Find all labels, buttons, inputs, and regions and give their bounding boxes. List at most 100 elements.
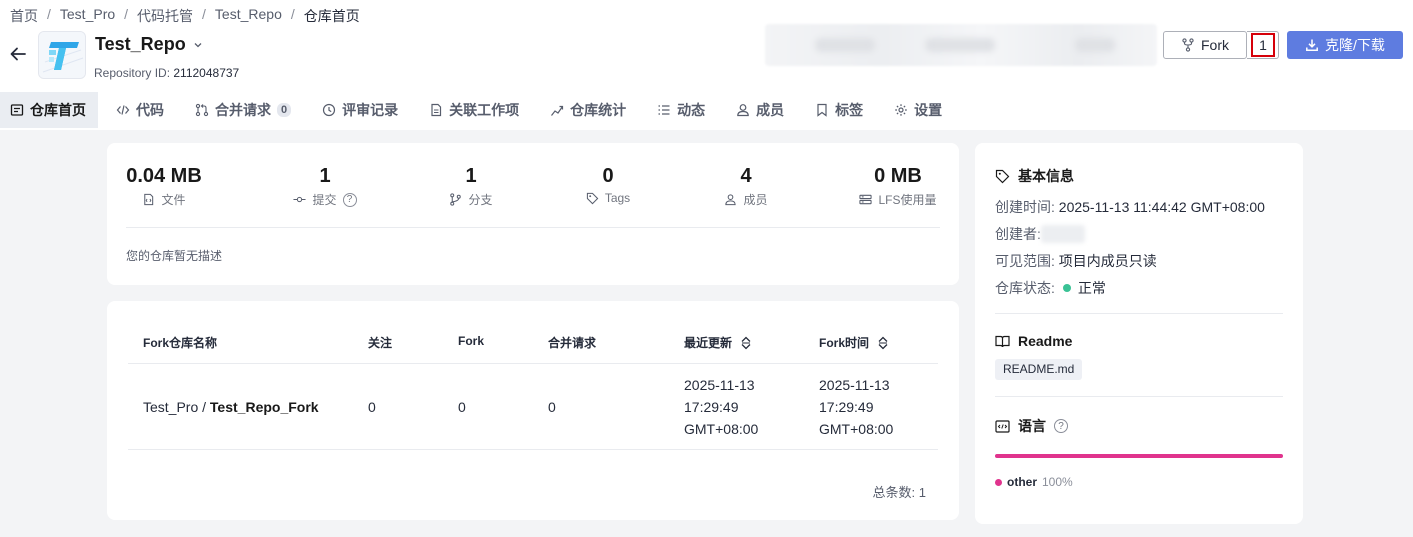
- stat-members[interactable]: 4 成员: [716, 165, 776, 208]
- repo-id: Repository ID: 2112048737: [94, 66, 239, 80]
- chevron-down-icon: [194, 42, 202, 47]
- breadcrumb-repo[interactable]: Test_Repo: [215, 6, 282, 26]
- fork-repo-link[interactable]: Test_Pro / Test_Repo_Fork: [143, 396, 319, 418]
- breadcrumb-separator: /: [124, 6, 129, 22]
- status-dot-icon: [1062, 284, 1071, 292]
- repo-status-row: 仓库状态: 正常: [995, 278, 1106, 298]
- review-icon: [323, 103, 336, 117]
- breadcrumb-separator: /: [202, 6, 206, 22]
- header-label: 最近更新: [684, 336, 733, 350]
- section-title-text: 基本信息: [1018, 168, 1074, 184]
- total-count: 总条数: 1: [872, 485, 926, 500]
- visibility-label: 可见范围:: [995, 253, 1055, 269]
- code-window-icon: [995, 419, 1010, 433]
- visibility-value: 项目内成员只读: [1058, 253, 1157, 269]
- stat-value: 0.04 MB: [126, 165, 202, 187]
- tab-label: 仓库首页: [30, 102, 86, 118]
- created-time-label: 创建时间:: [995, 199, 1055, 215]
- fork-project-name: Test_Pro /: [143, 399, 210, 415]
- table-divider: [128, 449, 938, 450]
- basic-info-title: 基本信息: [995, 166, 1074, 186]
- breadcrumb-separator: /: [290, 6, 295, 22]
- stat-label: Tags: [604, 191, 631, 205]
- stat-tags[interactable]: 0 Tags: [577, 165, 639, 205]
- document-icon: [431, 103, 442, 117]
- help-icon[interactable]: ?: [1054, 419, 1068, 433]
- readme-file-link[interactable]: README.md: [995, 359, 1083, 380]
- tab-repo-home[interactable]: 仓库首页: [0, 92, 98, 128]
- tab-merge-requests[interactable]: 合并请求 0: [195, 92, 292, 128]
- stat-value: 1: [465, 165, 477, 187]
- merge-request-icon: [195, 103, 209, 117]
- user-icon: [737, 104, 749, 117]
- commit-icon: [293, 196, 307, 203]
- tab-review-records[interactable]: 评审记录: [322, 92, 398, 128]
- date-line: 2025-11-13: [684, 377, 755, 393]
- creator-row: 创建者:: [995, 224, 1085, 244]
- breadcrumb-home[interactable]: 首页: [10, 6, 38, 26]
- section-title-text: Readme: [1018, 333, 1073, 349]
- header-last-updated[interactable]: 最近更新: [684, 334, 752, 351]
- storage-icon: [859, 194, 873, 205]
- stat-label: 成员: [743, 193, 768, 207]
- tab-settings[interactable]: 设置: [894, 92, 942, 128]
- tab-code[interactable]: 代码: [116, 92, 164, 128]
- stat-branches[interactable]: 1 分支: [441, 165, 501, 208]
- stat-value: 0: [602, 165, 614, 187]
- back-arrow-icon[interactable]: [8, 44, 28, 64]
- creator-name-blurred: [1040, 225, 1085, 243]
- language-name: other: [1007, 475, 1037, 489]
- stat-value: 1: [319, 165, 331, 187]
- stat-lfs-usage[interactable]: 0 MB LFS使用量: [856, 165, 940, 208]
- breadcrumb: 首页 / Test_Pro / 代码托管 / Test_Repo / 仓库首页: [10, 6, 360, 26]
- clone-download-button[interactable]: 克隆/下载: [1287, 31, 1403, 59]
- blurred-actions: [765, 24, 1157, 66]
- repo-stats-card: 0.04 MB 文件 1 提交 ? 1 分支 0 Tags 4 成员 0 MB …: [107, 143, 959, 285]
- tab-repo-stats[interactable]: 仓库统计: [550, 92, 626, 128]
- language-bar: [995, 454, 1283, 458]
- tab-tags[interactable]: 标签: [815, 92, 863, 128]
- cell-watch: 0: [368, 399, 376, 415]
- stats-icon: [551, 105, 564, 116]
- date-line: 2025-11-13: [819, 377, 890, 393]
- fork-button[interactable]: Fork: [1163, 31, 1247, 59]
- repo-name-dropdown[interactable]: Test_Repo: [95, 34, 204, 55]
- stat-files[interactable]: 0.04 MB 文件: [126, 165, 202, 208]
- tab-members[interactable]: 成员: [736, 92, 784, 128]
- stat-commits[interactable]: 1 提交 ?: [285, 165, 365, 208]
- created-time-value: 2025-11-13 11:44:42 GMT+08:00: [1058, 199, 1265, 215]
- table-divider: [128, 363, 938, 364]
- creator-label: 创建者:: [995, 226, 1041, 242]
- tab-activity[interactable]: 动态: [657, 92, 705, 128]
- time-line: 17:29:49: [684, 399, 739, 415]
- fork-count[interactable]: 1: [1251, 33, 1275, 57]
- sort-icon[interactable]: [740, 336, 752, 350]
- breadcrumb-project[interactable]: Test_Pro: [60, 6, 115, 26]
- book-icon: [995, 335, 1010, 347]
- stat-label: 分支: [468, 193, 493, 207]
- tab-label: 关联工作项: [449, 102, 520, 118]
- breadcrumb-separator: /: [47, 6, 51, 22]
- readme-title: Readme: [995, 333, 1072, 349]
- tab-linked-work-items[interactable]: 关联工作项: [429, 92, 519, 128]
- header-fork-time[interactable]: Fork时间: [819, 334, 889, 351]
- repo-id-label: Repository ID:: [94, 66, 171, 80]
- repo-description: 您的仓库暂无描述: [126, 249, 223, 263]
- stat-value: 0 MB: [874, 165, 922, 187]
- stat-label: LFS使用量: [878, 193, 937, 207]
- status-label: 仓库状态:: [995, 280, 1055, 296]
- time-line: 17:29:49: [819, 399, 874, 415]
- breadcrumb-current: 仓库首页: [303, 8, 360, 24]
- cell-last-updated: 2025-11-13 17:29:49 GMT+08:00: [684, 374, 758, 440]
- breadcrumb-code-hosting[interactable]: 代码托管: [137, 6, 193, 26]
- language-legend-item: other 100%: [995, 475, 1073, 489]
- sort-icon[interactable]: [877, 336, 889, 350]
- fork-repo-name: Test_Repo_Fork: [209, 399, 319, 415]
- language-title: 语言 ?: [995, 416, 1068, 436]
- help-icon[interactable]: ?: [342, 192, 357, 207]
- language-percent: 100%: [1042, 475, 1073, 489]
- timezone-line: GMT+08:00: [819, 421, 894, 437]
- bookmark-icon: [817, 103, 827, 117]
- merge-request-count-badge: 0: [277, 103, 292, 117]
- repo-name: Test_Repo: [95, 34, 186, 54]
